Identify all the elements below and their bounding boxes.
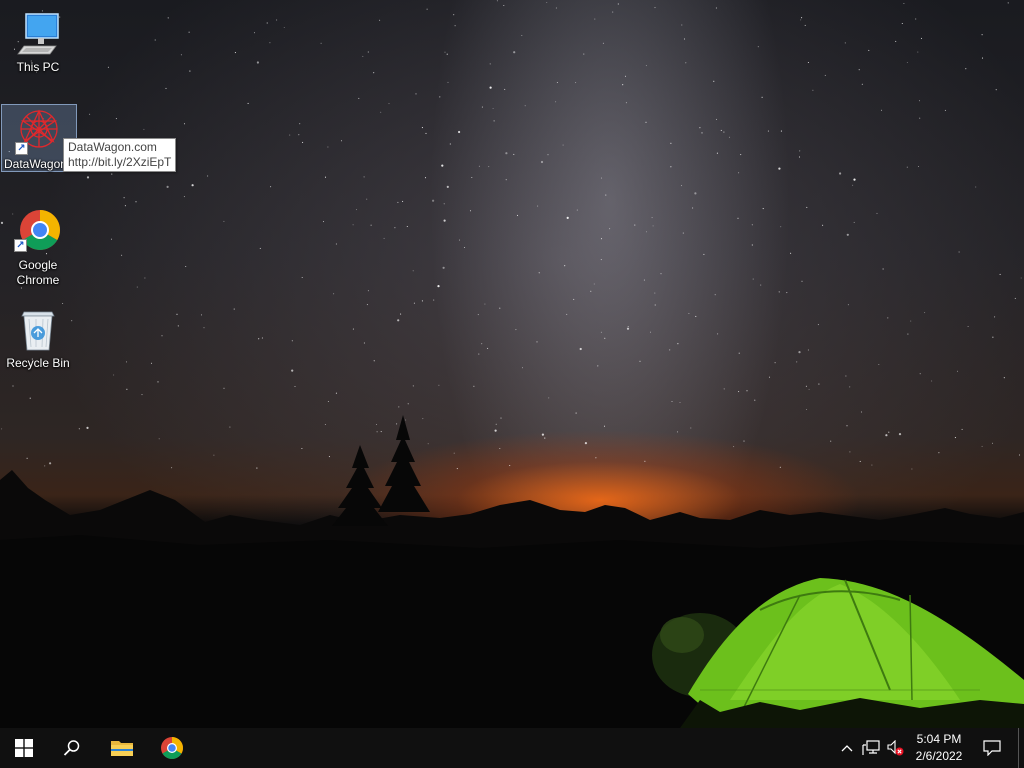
start-button[interactable] (0, 728, 48, 768)
network-button[interactable] (861, 728, 881, 768)
volume-button[interactable] (884, 728, 906, 768)
shortcut-arrow-icon: ↗ (14, 239, 27, 252)
network-icon (862, 740, 880, 755)
datawagon-tooltip: DataWagon.com http://bit.ly/2XziEpT (63, 138, 177, 172)
clock-time: 5:04 PM (916, 732, 962, 746)
desktop-icon-label: Google Chrome (16, 258, 60, 287)
chrome-icon (161, 737, 183, 759)
desktop-icon-this-pc[interactable]: This PC (0, 8, 76, 75)
datawagon-icon: ↗ (15, 107, 63, 155)
tooltip-title: DataWagon.com (68, 140, 157, 154)
action-center-button[interactable] (978, 728, 1006, 768)
chrome-taskbar-button[interactable] (148, 728, 196, 768)
this-pc-icon (14, 10, 62, 58)
clock-date: 2/6/2022 (915, 749, 963, 763)
chevron-up-icon (841, 745, 853, 752)
chrome-icon: ↗ (14, 208, 62, 256)
notification-icon (983, 740, 1001, 756)
tooltip-url: http://bit.ly/2XziEpT (68, 155, 172, 169)
recycle-bin-icon (14, 306, 62, 354)
shortcut-arrow-icon: ↗ (15, 142, 28, 155)
speaker-muted-icon (887, 740, 904, 756)
search-icon (63, 740, 80, 756)
desktop-wallpaper[interactable]: This PC ↗ DataWagon ↗ Google Chrome Recy… (0, 0, 1024, 728)
desktop-icon-label: This PC (16, 60, 60, 74)
windows-logo-icon (15, 739, 33, 757)
file-explorer-button[interactable] (98, 728, 146, 768)
taskbar: 5:04 PM 2/6/2022 (0, 728, 1024, 768)
desktop-icon-recycle-bin[interactable]: Recycle Bin (0, 304, 76, 371)
search-button[interactable] (48, 728, 96, 768)
show-desktop-button[interactable] (1018, 728, 1024, 768)
folder-icon (111, 741, 133, 756)
desktop-icon-label: Recycle Bin (6, 356, 70, 370)
wallpaper-landscape (0, 415, 1024, 728)
clock-button[interactable]: 5:04 PM 2/6/2022 (906, 731, 972, 765)
desktop-icon-google-chrome[interactable]: ↗ Google Chrome (0, 206, 76, 288)
show-hidden-icons-button[interactable] (838, 728, 856, 768)
